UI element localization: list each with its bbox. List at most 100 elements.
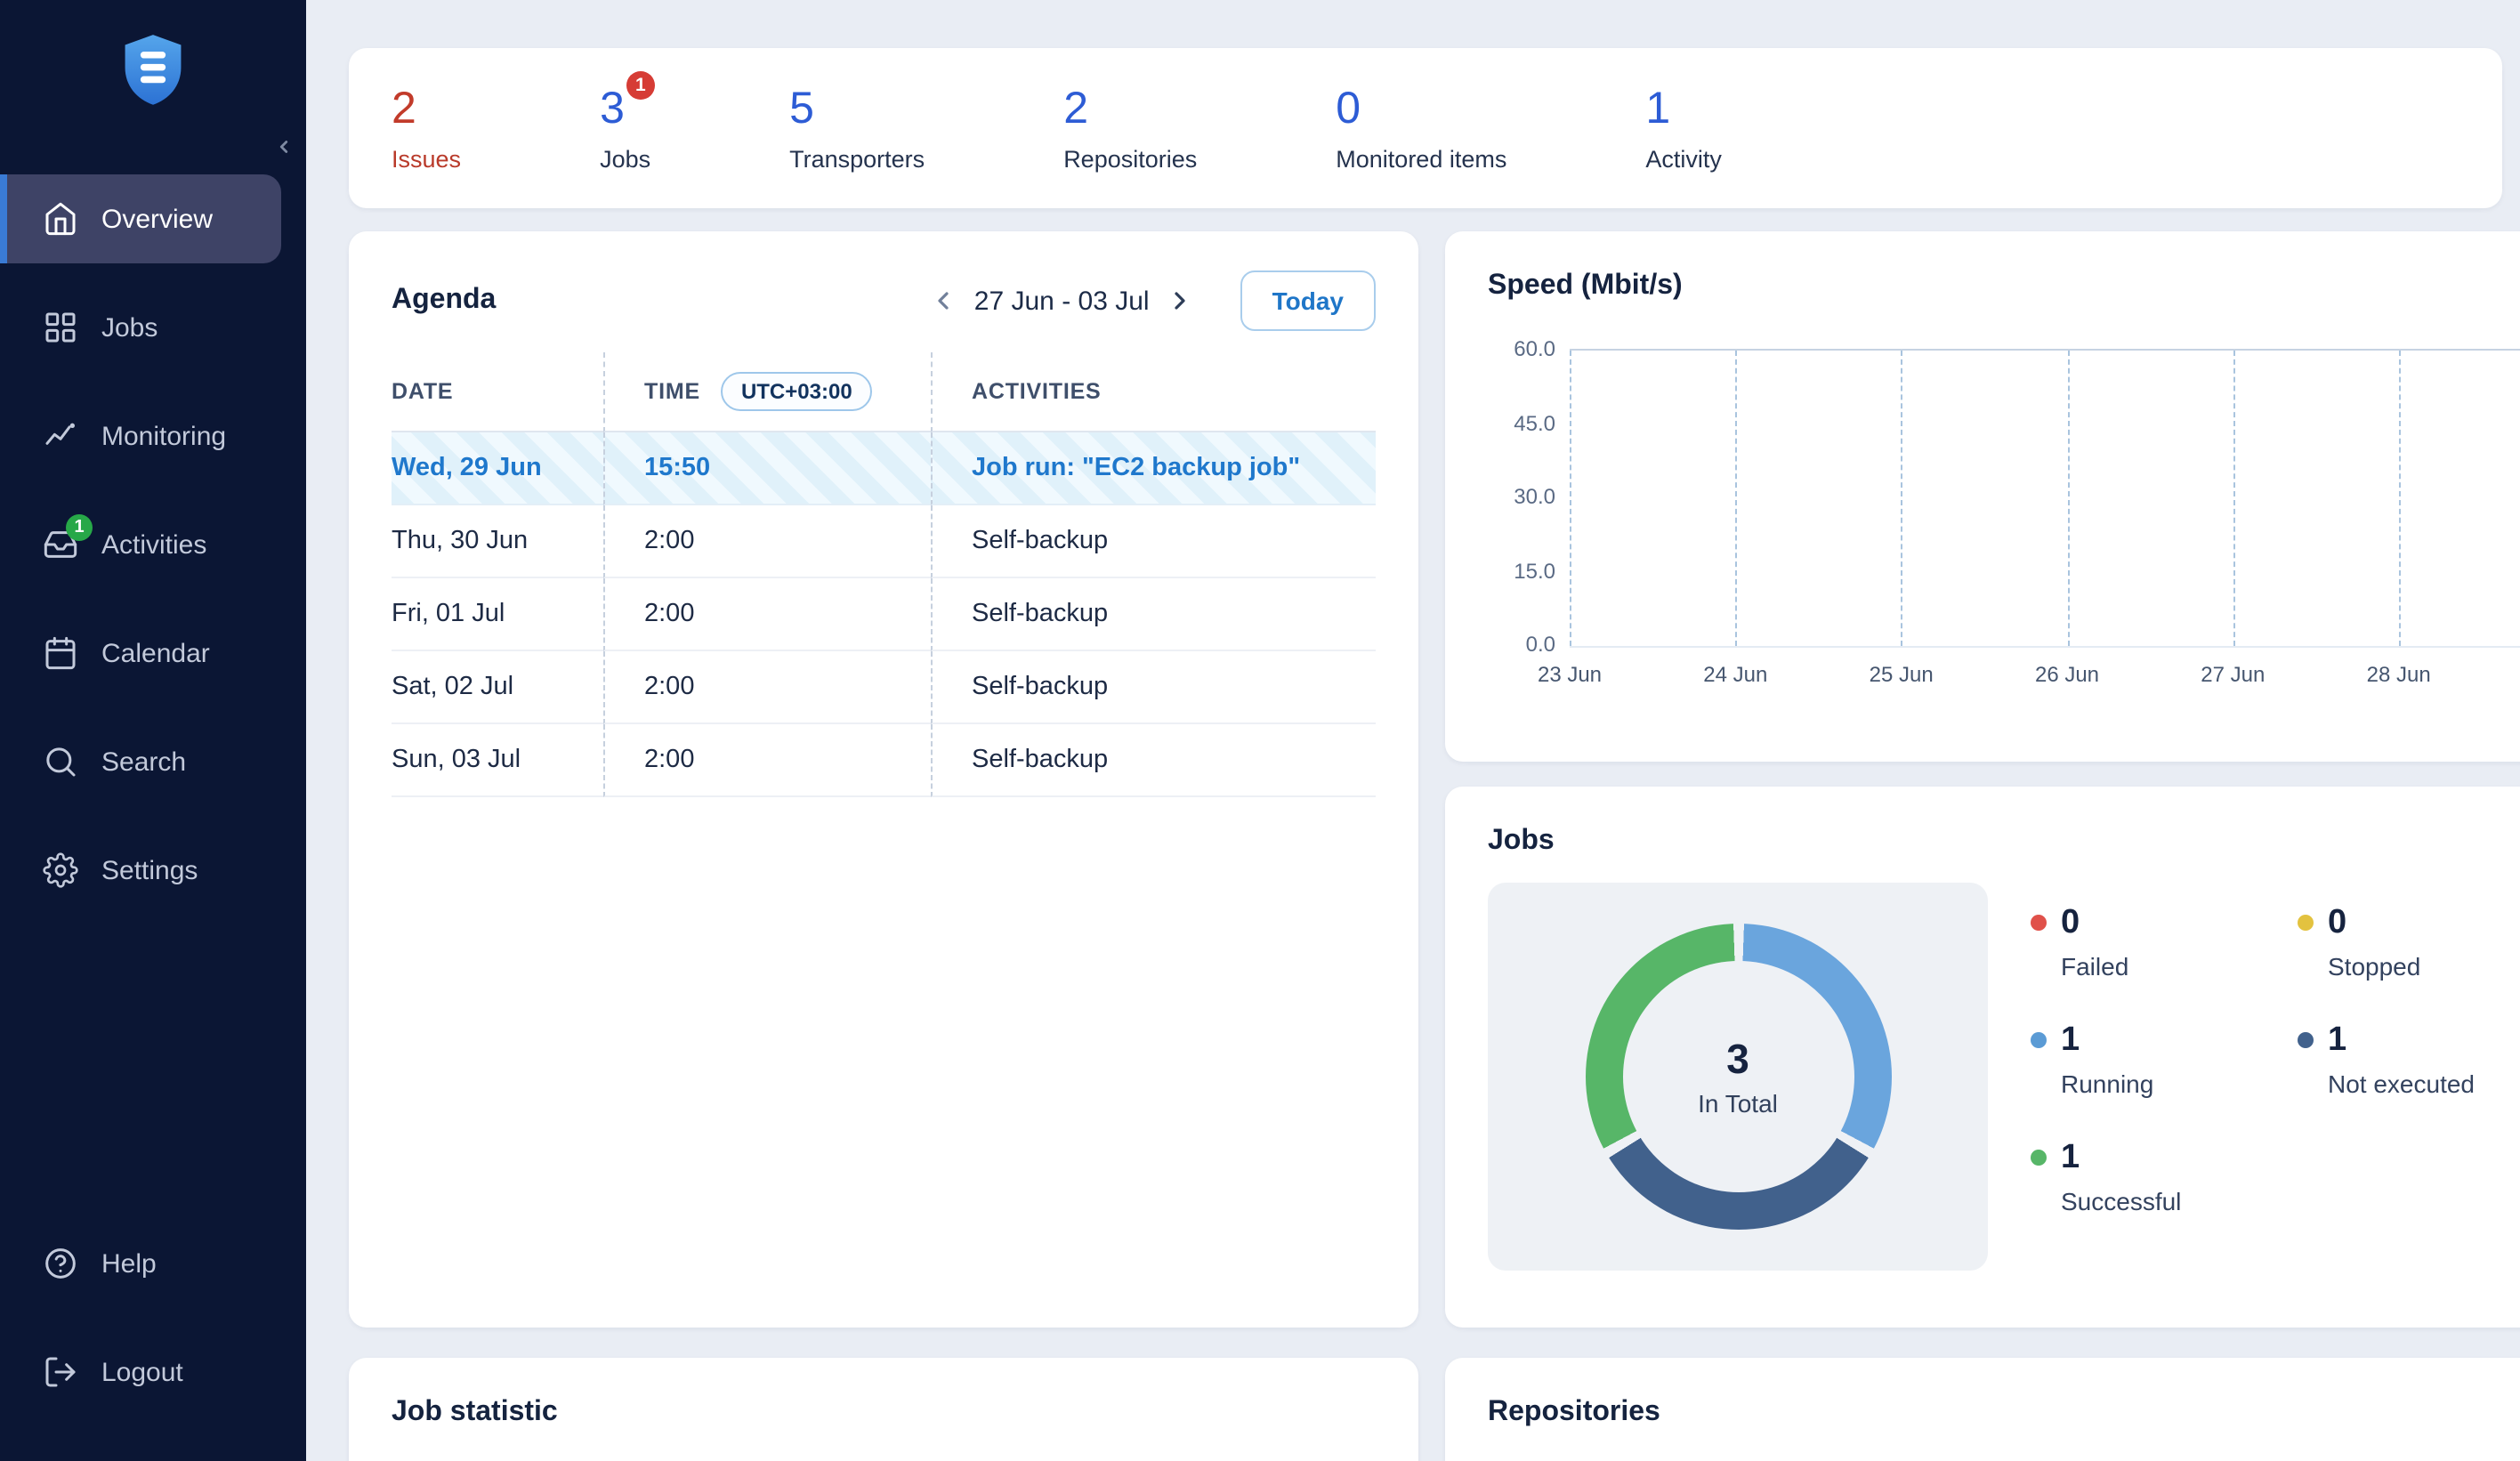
agenda-panel: Agenda 27 Jun - 03 Jul Today DATE TIME U…: [349, 231, 1418, 1328]
agenda-prev-week-button[interactable]: [926, 283, 962, 319]
repositories-panel: Repositories: [1445, 1358, 2520, 1461]
agenda-row-date[interactable]: Wed, 29 Jun: [392, 432, 603, 505]
sidebar-item-logout[interactable]: Logout: [0, 1328, 306, 1417]
stat-monitored-items[interactable]: 0 Monitored items: [1336, 84, 1506, 173]
sidebar-item-label: Monitoring: [101, 421, 226, 451]
legend-item-stopped: 0 Stopped: [2298, 904, 2520, 981]
gridline: [2399, 351, 2401, 646]
legend-item-successful: 1 Successful: [2031, 1139, 2298, 1215]
shield-logo-icon: [119, 32, 187, 110]
sidebar-item-jobs[interactable]: Jobs: [0, 283, 306, 372]
sidebar-collapse-button[interactable]: [271, 132, 297, 165]
sidebar-footer: Help Logout: [0, 1219, 306, 1461]
sidebar-item-settings[interactable]: Settings: [0, 826, 306, 915]
legend-value: 1: [2328, 1021, 2520, 1061]
jobs-alert-badge: 1: [626, 71, 655, 100]
agenda-row-activity-link[interactable]: Job run: "EC2 backup job": [931, 432, 1376, 505]
stat-label: Jobs: [600, 146, 650, 173]
speed-plot-area: 23 Jun 24 Jun 25 Jun 26 Jun 27 Jun 28 Ju…: [1570, 349, 2520, 648]
agenda-next-week-button[interactable]: [1162, 283, 1198, 319]
legend-item-failed: 0 Failed: [2031, 904, 2298, 981]
activities-count-badge: 1: [66, 514, 93, 541]
gridline: [1902, 351, 1903, 646]
agenda-row-time: 2:00: [603, 651, 931, 724]
legend-item-not-executed: 1 Not executed: [2298, 1021, 2520, 1098]
agenda-row-time: 2:00: [603, 724, 931, 797]
gridline: [2067, 351, 2069, 646]
agenda-table: DATE TIME UTC+03:00 ACTIVITIES Wed, 29 J…: [392, 352, 1376, 797]
x-tick-label: 24 Jun: [1703, 662, 1767, 687]
legend-label: Stopped: [2328, 952, 2520, 981]
search-icon: [43, 744, 78, 779]
column-header-time: TIME UTC+03:00: [603, 352, 931, 432]
jobs-donut-chart: 3 In Total: [1585, 924, 1891, 1230]
calendar-icon: [43, 635, 78, 671]
stat-value: 2: [1063, 84, 1088, 133]
sidebar-item-label: Jobs: [101, 312, 158, 343]
sidebar-item-calendar[interactable]: Calendar: [0, 609, 306, 698]
activities-inbox-icon: 1: [43, 527, 78, 562]
agenda-row-activity: Self-backup: [931, 651, 1376, 724]
jobs-legend: 0 Failed 0 Stopped 1 Runni: [2031, 883, 2520, 1271]
legend-item-running: 1 Running: [2031, 1021, 2298, 1098]
legend-value: 0: [2061, 904, 2298, 943]
sidebar-item-search[interactable]: Search: [0, 717, 306, 806]
sidebar-item-monitoring[interactable]: Monitoring: [0, 391, 306, 480]
agenda-row-activity: Self-backup: [931, 724, 1376, 797]
repositories-title: Repositories: [1488, 1397, 1660, 1427]
jobs-grid-icon: [43, 310, 78, 345]
agenda-row-date: Thu, 30 Jun: [392, 505, 603, 578]
stat-label: Monitored items: [1336, 146, 1506, 173]
agenda-row-activity: Self-backup: [931, 505, 1376, 578]
agenda-date-range: 27 Jun - 03 Jul: [974, 286, 1150, 316]
jobs-title: Jobs: [1488, 826, 1555, 856]
stat-value: 3: [600, 84, 625, 133]
sidebar-item-label: Settings: [101, 855, 198, 885]
stat-jobs[interactable]: 3 1 Jobs: [600, 84, 650, 173]
app-logo: [0, 0, 306, 110]
gridline: [1570, 351, 1571, 646]
agenda-row-time[interactable]: 15:50: [603, 432, 931, 505]
sidebar-item-activities[interactable]: 1 Activities: [0, 500, 306, 589]
agenda-row-date: Sun, 03 Jul: [392, 724, 603, 797]
agenda-row-activity: Self-backup: [931, 578, 1376, 651]
speed-chart: 60.0 45.0 30.0 15.0 0.0: [1488, 349, 2520, 705]
sidebar-item-help[interactable]: Help: [0, 1219, 306, 1308]
running-dot-icon: [2031, 1032, 2047, 1048]
successful-dot-icon: [2031, 1150, 2047, 1166]
job-statistic-title: Job statistic: [392, 1397, 558, 1427]
jobs-total-value: 3: [1726, 1036, 1749, 1084]
legend-value: 1: [2061, 1021, 2298, 1061]
x-tick-label: 26 Jun: [2035, 662, 2099, 687]
x-tick-label: 27 Jun: [2201, 662, 2265, 687]
stopped-dot-icon: [2298, 915, 2314, 931]
stat-label: Activity: [1645, 146, 1722, 173]
stat-repositories[interactable]: 2 Repositories: [1063, 84, 1197, 173]
job-statistic-panel: Job statistic: [349, 1358, 1418, 1461]
column-header-activities: ACTIVITIES: [931, 352, 1376, 432]
speed-panel: Speed (Mbit/s) 60.0 45.0 30.0 15.0 0.0: [1445, 231, 2520, 762]
stat-activity[interactable]: 1 Activity: [1645, 84, 1722, 173]
sidebar-item-label: Calendar: [101, 638, 210, 668]
main-content: 2 Issues 3 1 Jobs 5 Transporters 2 Repos…: [306, 0, 2520, 1461]
stat-value: 0: [1336, 84, 1361, 133]
legend-label: Successful: [2061, 1187, 2298, 1215]
y-tick-label: 15.0: [1488, 558, 1555, 583]
logout-icon: [43, 1354, 78, 1390]
jobs-donut-tile: 3 In Total: [1488, 883, 1988, 1271]
jobs-panel: Jobs 3 In Total: [1445, 787, 2520, 1328]
y-tick-label: 0.0: [1488, 632, 1555, 657]
stat-label: Issues: [392, 146, 461, 173]
summary-stats-bar: 2 Issues 3 1 Jobs 5 Transporters 2 Repos…: [349, 48, 2502, 208]
stat-value: 5: [789, 84, 814, 133]
legend-label: Not executed: [2328, 1070, 2520, 1098]
timezone-pill[interactable]: UTC+03:00: [722, 372, 872, 411]
stat-label: Transporters: [789, 146, 925, 173]
stat-transporters[interactable]: 5 Transporters: [789, 84, 925, 173]
today-button[interactable]: Today: [1240, 270, 1376, 331]
sidebar-item-label: Overview: [101, 204, 213, 234]
stat-issues[interactable]: 2 Issues: [392, 84, 461, 173]
y-tick-label: 30.0: [1488, 484, 1555, 509]
sidebar-item-overview[interactable]: Overview: [0, 174, 281, 263]
sidebar-item-label: Logout: [101, 1357, 183, 1387]
